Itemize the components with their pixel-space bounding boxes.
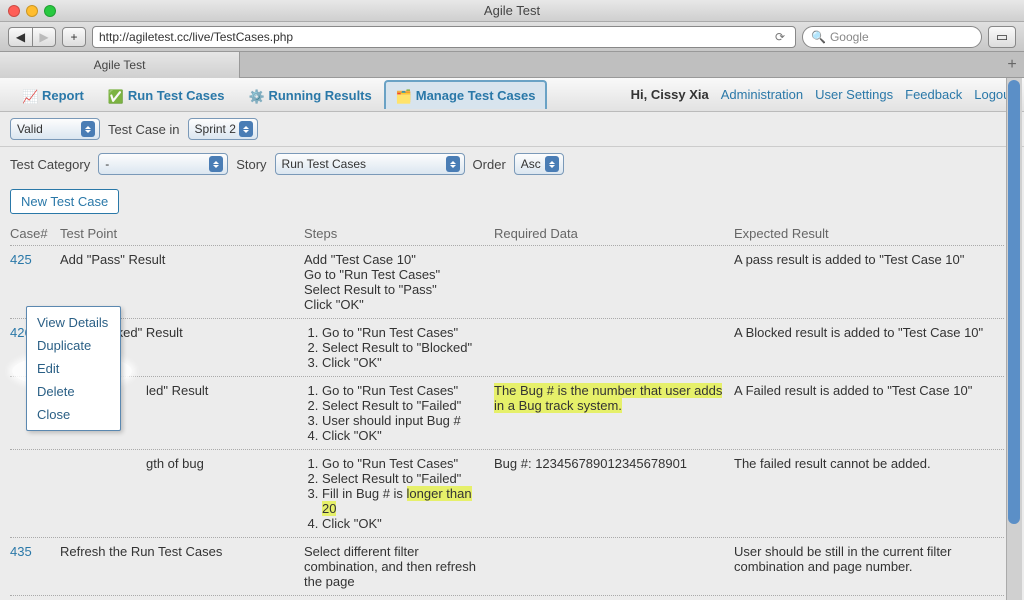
table-icon: 🗂️ [396,89,412,103]
test-case-table: Case# Test Point Steps Required Data Exp… [10,222,1004,600]
window-titlebar: Agile Test [0,0,1024,22]
col-steps: Steps [304,226,494,241]
url-bar[interactable]: http://agiletest.cc/live/TestCases.php ⟳ [92,26,796,48]
required-data-cell [494,252,734,312]
link-user-settings[interactable]: User Settings [815,87,893,102]
sprint-select[interactable]: Sprint 2 [188,118,258,140]
order-select[interactable]: Asc [514,153,564,175]
steps-cell: Go to "Run Test Cases"Select Result to "… [304,456,494,531]
table-row: 443The Sprint/Build filter of Run Test C… [10,596,1004,600]
sprint-value: Sprint 2 [195,122,236,136]
url-text: http://agiletest.cc/live/TestCases.php [99,30,293,44]
table-header: Case# Test Point Steps Required Data Exp… [10,222,1004,246]
nav-label: Report [42,88,84,103]
app-topnav: 📈 Report ✅ Run Test Cases ⚙️ Running Res… [0,78,1024,112]
app-content: 📈 Report ✅ Run Test Cases ⚙️ Running Res… [0,78,1024,600]
filter-row-2: Test Category - Story Run Test Cases Ord… [0,147,1024,181]
ctx-duplicate[interactable]: Duplicate [27,334,120,357]
chart-icon: 📈 [22,89,38,103]
test-point: gth of bug [60,456,304,531]
scrollbar-thumb[interactable] [1008,80,1020,524]
window-close-button[interactable] [8,5,20,17]
status-select[interactable]: Valid [10,118,100,140]
category-value: - [105,157,109,171]
reload-icon[interactable]: ⟳ [771,28,789,46]
link-administration[interactable]: Administration [721,87,803,102]
table-row: led" ResultGo to "Run Test Cases"Select … [10,377,1004,450]
browser-toolbar: ◀ ▶ + http://agiletest.cc/live/TestCases… [0,22,1024,52]
window-zoom-button[interactable] [44,5,56,17]
expected-result-cell: A Blocked result is added to "Test Case … [734,325,1004,370]
required-data-cell: The Bug # is the number that user adds i… [494,383,734,443]
required-data-cell [494,325,734,370]
col-data: Required Data [494,226,734,241]
ctx-edit[interactable]: Edit [27,357,120,380]
expected-result-cell: The failed result cannot be added. [734,456,1004,531]
nav-label: Manage Test Cases [416,88,536,103]
table-row: 426Add "Blocked" ResultGo to "Run Test C… [10,319,1004,377]
steps-cell: Go to "Run Test Cases"Select Result to "… [304,325,494,370]
gear-icon: ⚙️ [248,89,264,103]
case-link[interactable]: 435 [10,544,32,559]
search-placeholder: Google [830,30,869,44]
case-link[interactable]: 425 [10,252,32,267]
col-case: Case# [10,226,60,241]
category-label: Test Category [10,157,90,172]
nav-label: Run Test Cases [128,88,225,103]
add-bookmark-button[interactable]: + [62,27,86,47]
toolbar-right-button[interactable]: ▭ [988,26,1016,48]
vertical-scrollbar[interactable] [1006,78,1022,600]
link-feedback[interactable]: Feedback [905,87,962,102]
order-value: Asc [521,157,541,171]
ctx-close[interactable]: Close [27,403,120,426]
required-data-cell [494,544,734,589]
checklist-icon: ✅ [108,89,124,103]
story-label: Story [236,157,266,172]
window-minimize-button[interactable] [26,5,38,17]
greeting: Hi, Cissy Xia [631,87,709,102]
required-data-cell: Bug #: 123456789012345678901 [494,456,734,531]
expected-result-cell: A pass result is added to "Test Case 10" [734,252,1004,312]
filter-mid-label: Test Case in [108,122,180,137]
col-expect: Expected Result [734,226,1004,241]
browser-search-input[interactable]: 🔍 Google [802,26,982,48]
steps-cell: Select different filter combination, and… [304,544,494,589]
nav-report[interactable]: 📈 Report [10,80,96,109]
context-menu: View Details Duplicate Edit Delete Close [26,306,121,431]
browser-tab[interactable]: Agile Test [0,52,240,78]
new-test-case-button[interactable]: New Test Case [10,189,119,214]
ctx-view-details[interactable]: View Details [27,311,120,334]
window-title: Agile Test [484,3,540,18]
table-row: 435 Refresh the Run Test CasesSelect diff… [10,538,1004,596]
steps-cell: Go to "Run Test Cases"Select Result to "… [304,383,494,443]
story-select[interactable]: Run Test Cases [275,153,465,175]
nav-manage-test-cases[interactable]: 🗂️ Manage Test Cases [384,80,548,109]
forward-button[interactable]: ▶ [32,27,56,47]
order-label: Order [473,157,506,172]
back-button[interactable]: ◀ [8,27,32,47]
ctx-delete[interactable]: Delete [27,380,120,403]
nav-label: Running Results [268,88,371,103]
table-row: gth of bugGo to "Run Test Cases"Select R… [10,450,1004,538]
nav-running-results[interactable]: ⚙️ Running Results [236,80,383,109]
steps-cell: Add "Test Case 10"Go to "Run Test Cases"… [304,252,494,312]
test-point: Add "Pass" Result [60,252,304,312]
browser-tab-label: Agile Test [94,58,146,72]
story-value: Run Test Cases [282,157,367,171]
search-icon: 🔍 [811,30,826,44]
nav-run-test-cases[interactable]: ✅ Run Test Cases [96,80,237,109]
browser-tabstrip: Agile Test + [0,52,1024,78]
col-point: Test Point [60,226,304,241]
category-select[interactable]: - [98,153,228,175]
new-tab-button[interactable]: + [1000,52,1024,77]
table-row: 425 Add "Pass" ResultAdd "Test Case 10"Go… [10,246,1004,319]
expected-result-cell: User should be still in the current filt… [734,544,1004,589]
status-value: Valid [17,122,43,136]
test-point: Refresh the Run Test Cases [60,544,304,589]
expected-result-cell: A Failed result is added to "Test Case 1… [734,383,1004,443]
filter-row-1: Valid Test Case in Sprint 2 [0,112,1024,147]
